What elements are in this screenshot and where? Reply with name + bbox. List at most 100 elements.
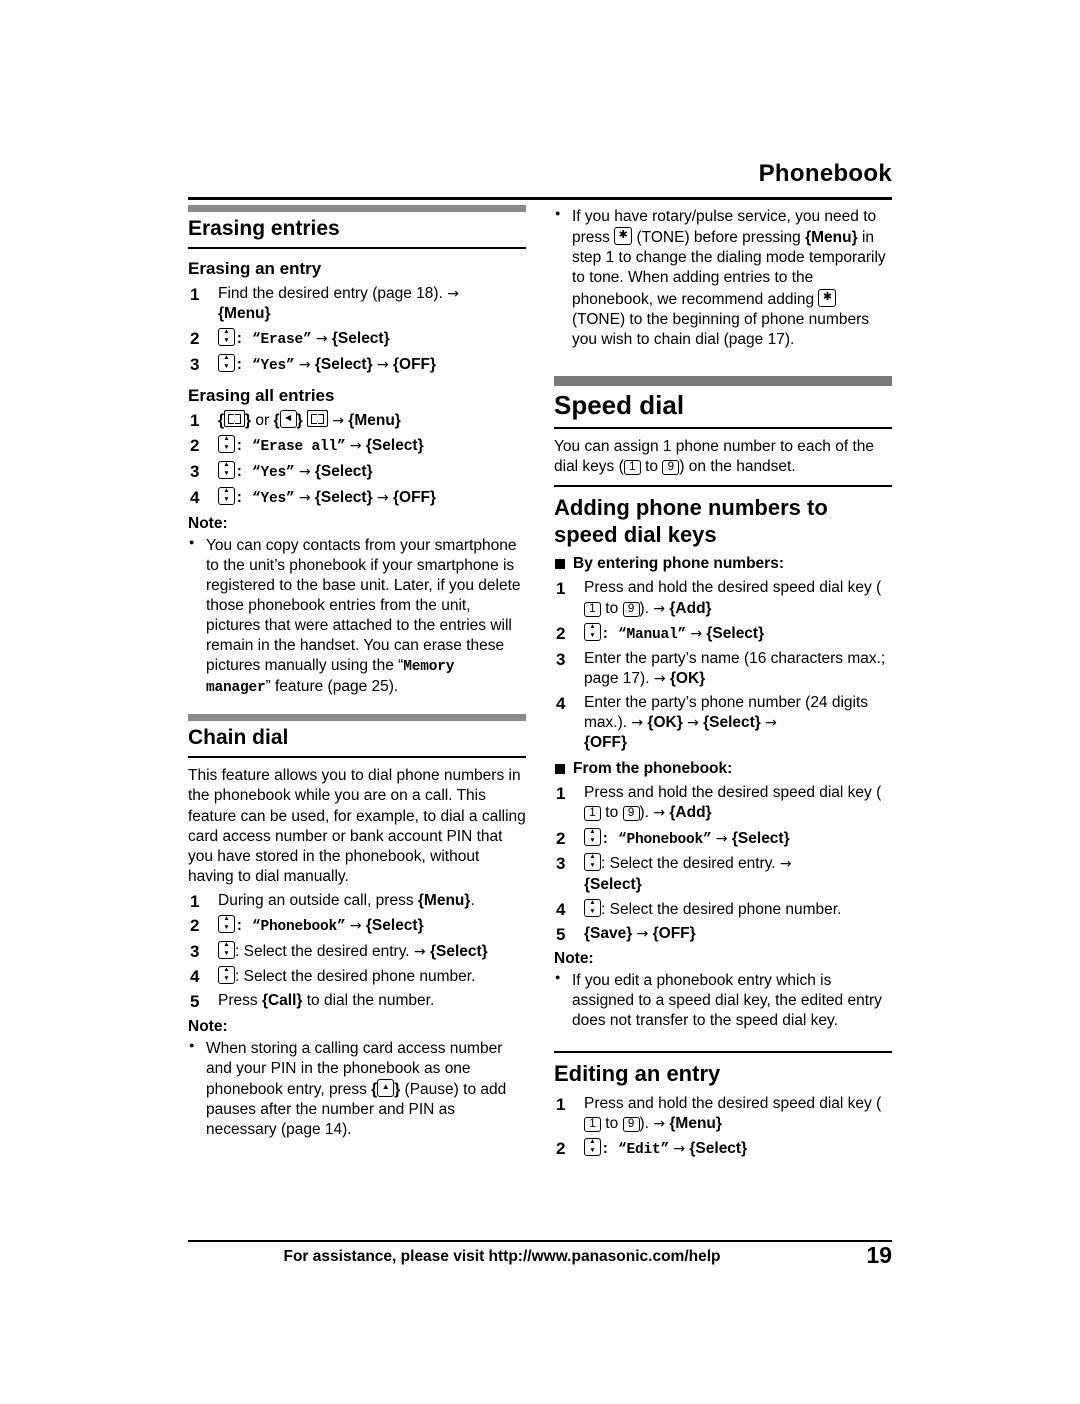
- step-number: 4: [190, 487, 200, 507]
- arrow-icon: →: [298, 489, 311, 506]
- arrow-icon: →: [636, 925, 649, 942]
- note-bullet: When storing a calling card access numbe…: [188, 1039, 526, 1141]
- step-item: 2 : “Manual” → {Select}: [554, 622, 892, 645]
- navigator-key-icon: [218, 966, 235, 985]
- group-title-from-phonebook: From the phonebook:: [554, 759, 892, 779]
- step-bracket: {Select}: [703, 713, 761, 731]
- step-number: 1: [190, 410, 200, 430]
- step-item: 1 Press and hold the desired speed dial …: [554, 783, 892, 823]
- step-text: : Select the desired entry.: [601, 855, 780, 873]
- note-bullet: If you edit a phonebook entry which is a…: [554, 971, 892, 1031]
- heading-rule: [188, 756, 526, 759]
- step-item: 2 : “Erase” → {Select}: [188, 327, 526, 350]
- step-text: ).: [639, 599, 654, 617]
- step-number: 5: [556, 924, 566, 944]
- step-item: 2 : “Erase all” → {Select}: [188, 435, 526, 457]
- step-number: 3: [190, 942, 200, 962]
- right-column: If you have rotary/pulse service, you ne…: [554, 205, 892, 1162]
- step-bracket: {Select}: [584, 875, 642, 893]
- step-text: Find the desired entry (page 18).: [218, 284, 448, 302]
- navigator-key-icon: [584, 827, 601, 846]
- arrow-icon: →: [447, 285, 459, 302]
- step-mono-value: “Yes”: [252, 357, 295, 374]
- step-mono-value: “Yes”: [252, 490, 295, 507]
- page-number: 19: [866, 1242, 892, 1268]
- arrow-icon: →: [779, 856, 792, 873]
- step-text: : Select the desired phone number.: [235, 968, 476, 986]
- divider-rule: [554, 485, 892, 488]
- step-text: Press and hold the desired speed dial ke…: [584, 784, 882, 802]
- step-text: ).: [639, 1114, 654, 1132]
- step-number: 1: [556, 784, 566, 804]
- step-bracket: {OFF}: [392, 355, 437, 373]
- step-text: ).: [639, 804, 654, 822]
- step-mono-value: “Yes”: [252, 464, 295, 481]
- step-mono-value: “Phonebook”: [618, 831, 712, 848]
- heading-chain-dial: Chain dial: [188, 726, 289, 750]
- step-bracket: {OK}: [669, 669, 706, 687]
- step-item: 4 : “Yes” → {Select} → {OFF}: [188, 486, 526, 509]
- step-number: 2: [556, 1139, 566, 1159]
- step-item: 4 : Select the desired phone number.: [188, 966, 526, 987]
- step-item: 1 Find the desired entry (page 18). → {M…: [188, 284, 526, 324]
- step-item: 4 Enter the party’s phone number (24 dig…: [554, 693, 892, 753]
- step-mono-value: “Erase all”: [252, 439, 346, 456]
- step-bracket: {Select}: [731, 829, 790, 847]
- arrow-icon: →: [298, 356, 311, 373]
- step-number: 2: [190, 916, 200, 936]
- arrow-icon: →: [673, 1141, 686, 1158]
- heading-adding-phone-numbers: Adding phone numbers to speed dial keys: [554, 495, 828, 547]
- step-bracket: {Select}: [314, 488, 373, 506]
- step-tail: .: [470, 892, 475, 910]
- heading-erasing-an-entry: Erasing an entry: [188, 259, 322, 279]
- body-text: ) on the handset.: [679, 458, 796, 476]
- step-number: 1: [190, 892, 200, 912]
- step-number: 2: [556, 828, 566, 848]
- arrow-icon: →: [413, 944, 426, 961]
- arrow-icon: →: [653, 670, 666, 687]
- phonebook-key-icon: [224, 409, 246, 427]
- step-bracket: {Menu}: [417, 892, 471, 910]
- navigator-key-icon: [584, 1138, 601, 1157]
- step-text: to: [601, 804, 623, 822]
- phonebook-key-icon: [306, 409, 328, 427]
- heading-rule: [188, 247, 526, 250]
- step-bracket: {Select}: [365, 917, 424, 935]
- step-item: 3 : “Yes” → {Select}: [188, 460, 526, 483]
- step-bracket: {OFF}: [584, 734, 628, 752]
- heading-editing-an-entry: Editing an entry: [554, 1061, 721, 1087]
- step-bracket: {Select}: [689, 1140, 748, 1158]
- note-text-tail: ” feature (page 25).: [265, 678, 399, 696]
- step-number: 4: [190, 967, 200, 987]
- step-number: 2: [190, 436, 200, 456]
- step-bracket: {Save}: [584, 924, 633, 942]
- navigator-key-icon: [218, 915, 235, 934]
- step-number: 4: [556, 899, 566, 919]
- step-bracket: {Select}: [706, 624, 765, 642]
- note-label: Note:: [188, 1017, 228, 1035]
- navigator-key-icon: [218, 327, 235, 346]
- page-header: Phonebook: [758, 160, 892, 187]
- up-key-icon: [377, 1078, 395, 1097]
- step-number: 5: [190, 992, 200, 1012]
- note-text: (TONE) to the beginning of phone numbers…: [572, 310, 869, 348]
- step-bracket: {Select}: [365, 437, 424, 455]
- step-text: Enter the party’s name (16 characters ma…: [584, 649, 886, 687]
- navigator-key-icon: [218, 486, 235, 505]
- step-text: : Select the desired phone number.: [601, 900, 842, 918]
- left-key-icon: [279, 409, 297, 428]
- divider-rule: [554, 1051, 892, 1054]
- step-number: 3: [556, 854, 566, 874]
- step-bracket: {Select}: [429, 943, 488, 961]
- section-bar-speed-dial: [554, 375, 892, 386]
- step-text: Press and hold the desired speed dial ke…: [584, 1094, 882, 1112]
- step-item: 1 Press and hold the desired speed dial …: [554, 578, 892, 618]
- arrow-icon: →: [653, 805, 666, 822]
- step-number: 2: [556, 623, 566, 643]
- dial-key-icon: 9: [622, 1116, 640, 1132]
- arrow-icon: →: [631, 714, 644, 731]
- step-bracket: {Select}: [331, 329, 390, 347]
- navigator-key-icon: [218, 941, 235, 960]
- step-bracket: {OK}: [647, 713, 683, 731]
- heading-erasing-entries: Erasing entries: [188, 217, 340, 240]
